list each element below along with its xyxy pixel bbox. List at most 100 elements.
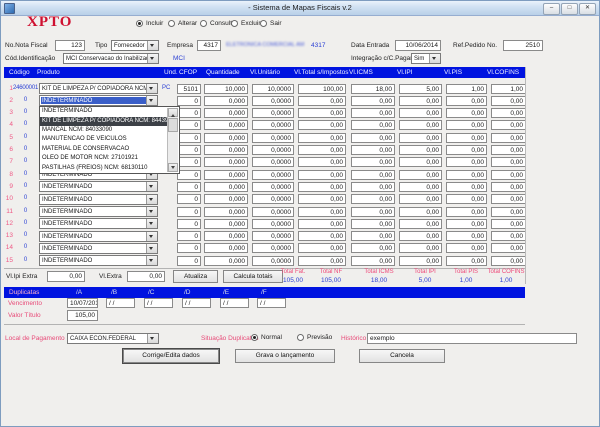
chevron-down-icon[interactable] [147,54,158,63]
vl-cofins-input[interactable]: 0,00 [491,181,526,192]
product-combo[interactable]: INDETERMINADO [39,206,158,217]
close-icon[interactable]: ✕ [579,3,596,15]
vl-cofins-input[interactable]: 0,00 [491,169,526,180]
vl-ipi-input[interactable]: 0,00 [399,206,442,217]
vl-total-input[interactable]: 0,00 [298,120,346,131]
vl-pis-input[interactable]: 0,00 [446,181,487,192]
vl-unitario-input[interactable]: 0,0000 [252,120,294,131]
chevron-down-icon[interactable] [146,194,157,204]
vl-icms-input[interactable]: 0,00 [351,157,395,168]
vl-pis-input[interactable]: 0,00 [446,243,487,254]
cancela-button[interactable]: Cancela [359,349,445,363]
tipo-combo[interactable]: Fornecedor [111,40,159,51]
vl-ipi-input[interactable]: 0,00 [399,231,442,242]
vl-cofins-input[interactable]: 1,00 [491,83,526,94]
product-combo[interactable]: KIT DE LIMPEZA P/ COPIADORA NCM: 8443992… [39,83,158,94]
vl-icms-input[interactable]: 0,00 [351,108,395,119]
vl-cofins-input[interactable]: 0,00 [491,145,526,155]
data-entrada-input[interactable]: 10/06/2014 [395,40,441,51]
vl-icms-input[interactable]: 0,00 [351,194,395,205]
vl-total-input[interactable]: 0,00 [298,157,346,168]
vl-unitario-input[interactable]: 0,0000 [252,108,294,119]
quantidade-input[interactable]: 0,000 [204,157,248,168]
vl-extra-input[interactable]: 0,00 [127,271,165,282]
cfop-input[interactable]: 0 [177,206,201,217]
vl-unitario-input[interactable]: 0,0000 [252,243,294,254]
vl-pis-input[interactable]: 1,00 [446,83,487,94]
vl-ipi-input[interactable]: 0,00 [399,218,442,229]
mode-radio-incluir[interactable]: Incluir [136,20,163,27]
corrige-edita-button[interactable]: Corrige/Edita dados [123,349,219,363]
product-combo[interactable]: INDETERMINADO [39,193,158,205]
atualiza-button[interactable]: Atualiza [173,270,218,283]
quantidade-input[interactable]: 10,000 [204,83,248,94]
chevron-down-icon[interactable] [146,256,157,266]
dropdown-scrollbar[interactable] [167,108,178,173]
cfop-input[interactable]: 0 [177,194,201,205]
vl-unitario-input[interactable]: 0,0000 [252,169,294,180]
quantidade-input[interactable]: 0,000 [204,120,248,131]
nota-fiscal-input[interactable]: 123 [55,40,85,51]
scroll-thumb[interactable] [168,118,178,133]
product-combo[interactable]: INDETERMINADO [39,242,158,254]
vl-total-input[interactable]: 0,00 [298,169,346,180]
vl-unitario-input[interactable]: 0,0000 [252,206,294,217]
vl-cofins-input[interactable]: 0,00 [491,120,526,131]
vl-ipi-extra-input[interactable]: 0,00 [47,271,85,282]
cfop-input[interactable]: 0 [177,108,201,119]
historico-input[interactable]: exemplo [367,333,577,344]
vl-icms-input[interactable]: 0,00 [351,218,395,229]
dropdown-option[interactable]: PASTILHAS (FREIOS) NCM: 68130110 [40,164,168,173]
quantidade-input[interactable]: 0,000 [204,108,248,119]
vl-icms-input[interactable]: 0,00 [351,255,395,266]
product-combo[interactable]: INDETERMINADO [39,218,158,230]
grava-lancamento-button[interactable]: Grava o lançamento [235,349,335,363]
vl-pis-input[interactable]: 0,00 [446,108,487,119]
mode-radio-alterar[interactable]: Alterar [168,20,197,27]
minimize-icon[interactable]: – [543,3,560,15]
vl-total-input[interactable]: 0,00 [298,108,346,119]
vencimento-input[interactable]: / / [257,298,286,308]
vl-unitario-input[interactable]: 0,0000 [252,145,294,155]
vencimento-input[interactable]: / / [182,298,211,308]
vl-cofins-input[interactable]: 0,00 [491,194,526,205]
quantidade-input[interactable]: 0,000 [204,255,248,266]
quantidade-input[interactable]: 0,000 [204,95,248,106]
vl-ipi-input[interactable]: 0,00 [399,95,442,106]
vl-cofins-input[interactable]: 0,00 [491,206,526,217]
vl-ipi-input[interactable]: 0,00 [399,169,442,180]
scroll-down-icon[interactable] [168,163,178,173]
chevron-down-icon[interactable] [429,54,440,63]
vl-icms-input[interactable]: 0,00 [351,132,395,143]
vl-cofins-input[interactable]: 0,00 [491,132,526,143]
vl-ipi-input[interactable]: 0,00 [399,108,442,119]
vl-ipi-input[interactable]: 0,00 [399,132,442,143]
vl-icms-input[interactable]: 0,00 [351,181,395,192]
vl-pis-input[interactable]: 0,00 [446,95,487,106]
vl-cofins-input[interactable]: 0,00 [491,218,526,229]
cfop-input[interactable]: 0 [177,95,201,106]
cfop-input[interactable]: 0 [177,132,201,143]
vl-ipi-input[interactable]: 5,00 [399,83,442,94]
vl-ipi-input[interactable]: 0,00 [399,194,442,205]
situacao-radio-previsao[interactable]: Previsão [297,334,332,341]
quantidade-input[interactable]: 0,000 [204,194,248,205]
cfop-input[interactable]: 0 [177,145,201,155]
vl-total-input[interactable]: 0,00 [298,243,346,254]
vl-cofins-input[interactable]: 0,00 [491,157,526,168]
vl-ipi-input[interactable]: 0,00 [399,255,442,266]
chevron-down-icon[interactable] [147,41,158,50]
vl-unitario-input[interactable]: 0,0000 [252,218,294,229]
vl-total-input[interactable]: 0,00 [298,95,346,106]
cfop-input[interactable]: 0 [177,231,201,242]
radio-icon[interactable] [297,334,304,341]
vencimento-input[interactable]: 10/07/2014 [67,298,98,308]
dropdown-option[interactable]: MATERIAL DE CONSERVACAO [40,145,168,154]
vl-unitario-input[interactable]: 0,0000 [252,95,294,106]
quantidade-input[interactable]: 0,000 [204,206,248,217]
chevron-down-icon[interactable] [146,84,157,93]
situacao-radio-normal[interactable]: Normal [251,334,282,341]
maximize-icon[interactable]: □ [561,3,578,15]
radio-icon[interactable] [200,20,207,27]
chevron-down-icon[interactable] [146,243,157,253]
